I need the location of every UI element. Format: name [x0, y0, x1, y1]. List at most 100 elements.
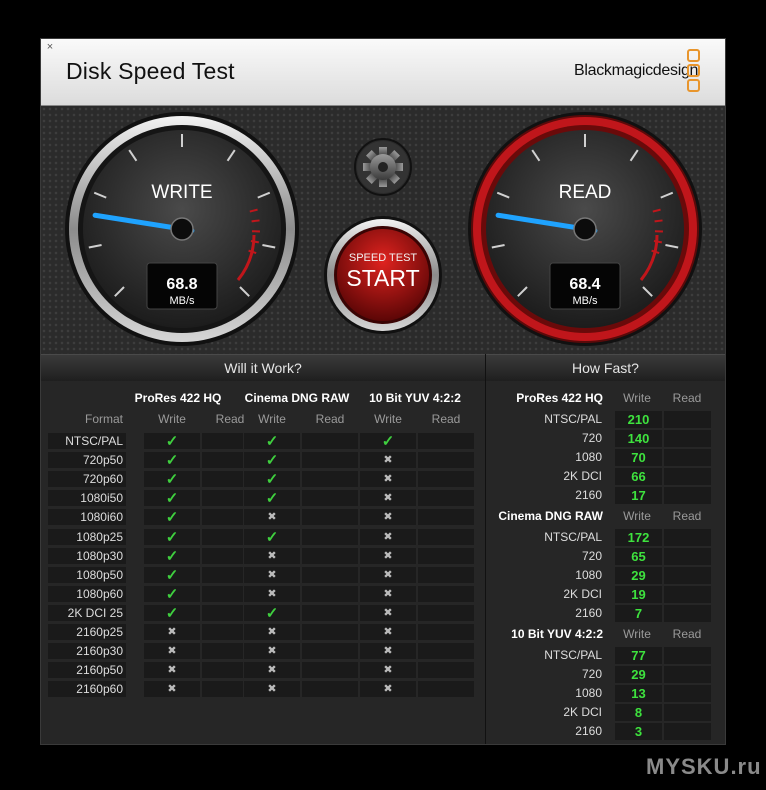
fails-x-icon: ✖ — [143, 680, 201, 699]
fails-x-icon: ✖ — [359, 527, 417, 546]
read-fps-value — [663, 703, 712, 722]
write-speed-value: 68.8 — [166, 276, 197, 293]
read-result-cell — [417, 470, 475, 489]
write-fps-value: 29 — [614, 665, 663, 684]
read-gauge-label: READ — [559, 182, 612, 203]
works-check-icon: ✓ — [243, 451, 301, 470]
write-column-header: Write — [158, 412, 186, 426]
read-result-cell — [301, 680, 359, 699]
read-result-cell — [301, 489, 359, 508]
write-column-header: Write — [374, 412, 402, 426]
format-label: 2160p60 — [76, 682, 123, 697]
read-result-cell — [417, 432, 475, 450]
close-button[interactable]: × — [43, 41, 57, 53]
format-label: 2K DCI 25 — [67, 605, 123, 620]
settings-gear-icon[interactable] — [354, 138, 412, 196]
speed-format-label: 2K DCI — [563, 469, 602, 483]
format-label: NTSC/PAL — [65, 434, 123, 448]
speed-format-label: 1080 — [575, 568, 602, 582]
read-fps-value — [663, 486, 712, 505]
read-result-cell — [301, 470, 359, 489]
write-fps-value: 70 — [614, 448, 663, 467]
fails-x-icon: ✖ — [359, 584, 417, 603]
read-fps-value — [663, 722, 712, 741]
works-check-icon: ✓ — [143, 565, 201, 584]
fails-x-icon: ✖ — [359, 623, 417, 641]
read-fps-value — [663, 467, 712, 486]
speed-format-label: 2160 — [575, 606, 602, 620]
write-gauge-hub — [170, 217, 194, 241]
write-fps-value: 172 — [614, 528, 663, 547]
fails-x-icon: ✖ — [243, 508, 301, 527]
start-button-caption: SPEED TEST — [349, 252, 418, 264]
will-it-work-heading: Will it Work? — [41, 354, 485, 382]
works-check-icon: ✓ — [143, 603, 201, 622]
speed-format-label: 2160 — [575, 488, 602, 502]
format-label: 2160p50 — [76, 663, 123, 678]
fails-x-icon: ✖ — [359, 565, 417, 584]
read-result-cell — [417, 603, 475, 622]
fails-x-icon: ✖ — [243, 546, 301, 565]
speed-group-title: ProRes 422 HQ — [516, 391, 603, 405]
read-fps-value — [663, 684, 712, 703]
read-result-cell — [301, 642, 359, 661]
works-check-icon: ✓ — [243, 470, 301, 489]
format-column-header: Format — [84, 412, 123, 426]
write-fps-value: 210 — [614, 410, 663, 429]
fails-x-icon: ✖ — [243, 584, 301, 603]
read-fps-value — [663, 448, 712, 467]
codec-header: 10 Bit YUV 4:2:2 — [369, 391, 461, 405]
app-title: Disk Speed Test — [66, 58, 235, 84]
works-check-icon: ✓ — [143, 432, 201, 450]
fails-x-icon: ✖ — [243, 680, 301, 699]
works-check-icon: ✓ — [143, 584, 201, 603]
read-column-header: Read — [672, 627, 702, 641]
start-button-label: START — [346, 265, 419, 291]
read-result-cell — [301, 623, 359, 641]
fails-x-icon: ✖ — [359, 680, 417, 699]
write-fps-value: 140 — [614, 429, 663, 448]
read-result-cell — [417, 451, 475, 470]
read-fps-value — [663, 566, 712, 585]
read-result-cell — [417, 489, 475, 508]
will-it-work-table: Format ProRes 422 HQ Write Read Cinema DNG … — [41, 381, 485, 744]
read-result-cell — [417, 680, 475, 699]
write-fps-value: 13 — [614, 684, 663, 703]
read-result-cell — [417, 642, 475, 661]
works-check-icon: ✓ — [143, 527, 201, 546]
read-fps-value — [663, 429, 712, 448]
fails-x-icon: ✖ — [359, 489, 417, 508]
write-fps-value: 8 — [614, 703, 663, 722]
read-result-cell — [301, 584, 359, 603]
read-fps-value — [663, 528, 712, 547]
read-result-cell — [417, 508, 475, 527]
speed-format-label: NTSC/PAL — [544, 648, 602, 662]
title-bar: × Disk Speed Test Blackmagicdesign — [41, 39, 725, 106]
watermark-text: MYSKU.ru — [646, 754, 762, 779]
format-label: 2160p30 — [76, 644, 123, 659]
fails-x-icon: ✖ — [359, 470, 417, 489]
works-check-icon: ✓ — [143, 470, 201, 489]
speed-format-label: 2160 — [575, 724, 602, 738]
fails-x-icon: ✖ — [143, 661, 201, 680]
speed-test-start-button[interactable]: SPEED TEST START — [324, 216, 442, 334]
works-check-icon: ✓ — [243, 432, 301, 450]
gauge-red-tick — [654, 219, 663, 223]
write-column-header: Write — [623, 391, 651, 405]
read-fps-value — [663, 646, 712, 665]
write-fps-value: 3 — [614, 722, 663, 741]
read-result-cell — [301, 661, 359, 680]
read-fps-value — [663, 585, 712, 604]
read-column-header: Read — [672, 509, 702, 523]
speed-format-label: 720 — [581, 667, 602, 681]
format-label: 1080i50 — [80, 491, 123, 506]
speed-format-label: 1080 — [575, 686, 602, 700]
speed-format-label: NTSC/PAL — [544, 530, 602, 544]
works-check-icon: ✓ — [243, 489, 301, 508]
speed-group-title: Cinema DNG RAW — [498, 509, 603, 523]
how-fast-heading: How Fast? — [486, 354, 725, 382]
read-result-cell — [417, 527, 475, 546]
fails-x-icon: ✖ — [359, 508, 417, 527]
speed-format-label: 720 — [581, 549, 602, 563]
fails-x-icon: ✖ — [243, 642, 301, 661]
